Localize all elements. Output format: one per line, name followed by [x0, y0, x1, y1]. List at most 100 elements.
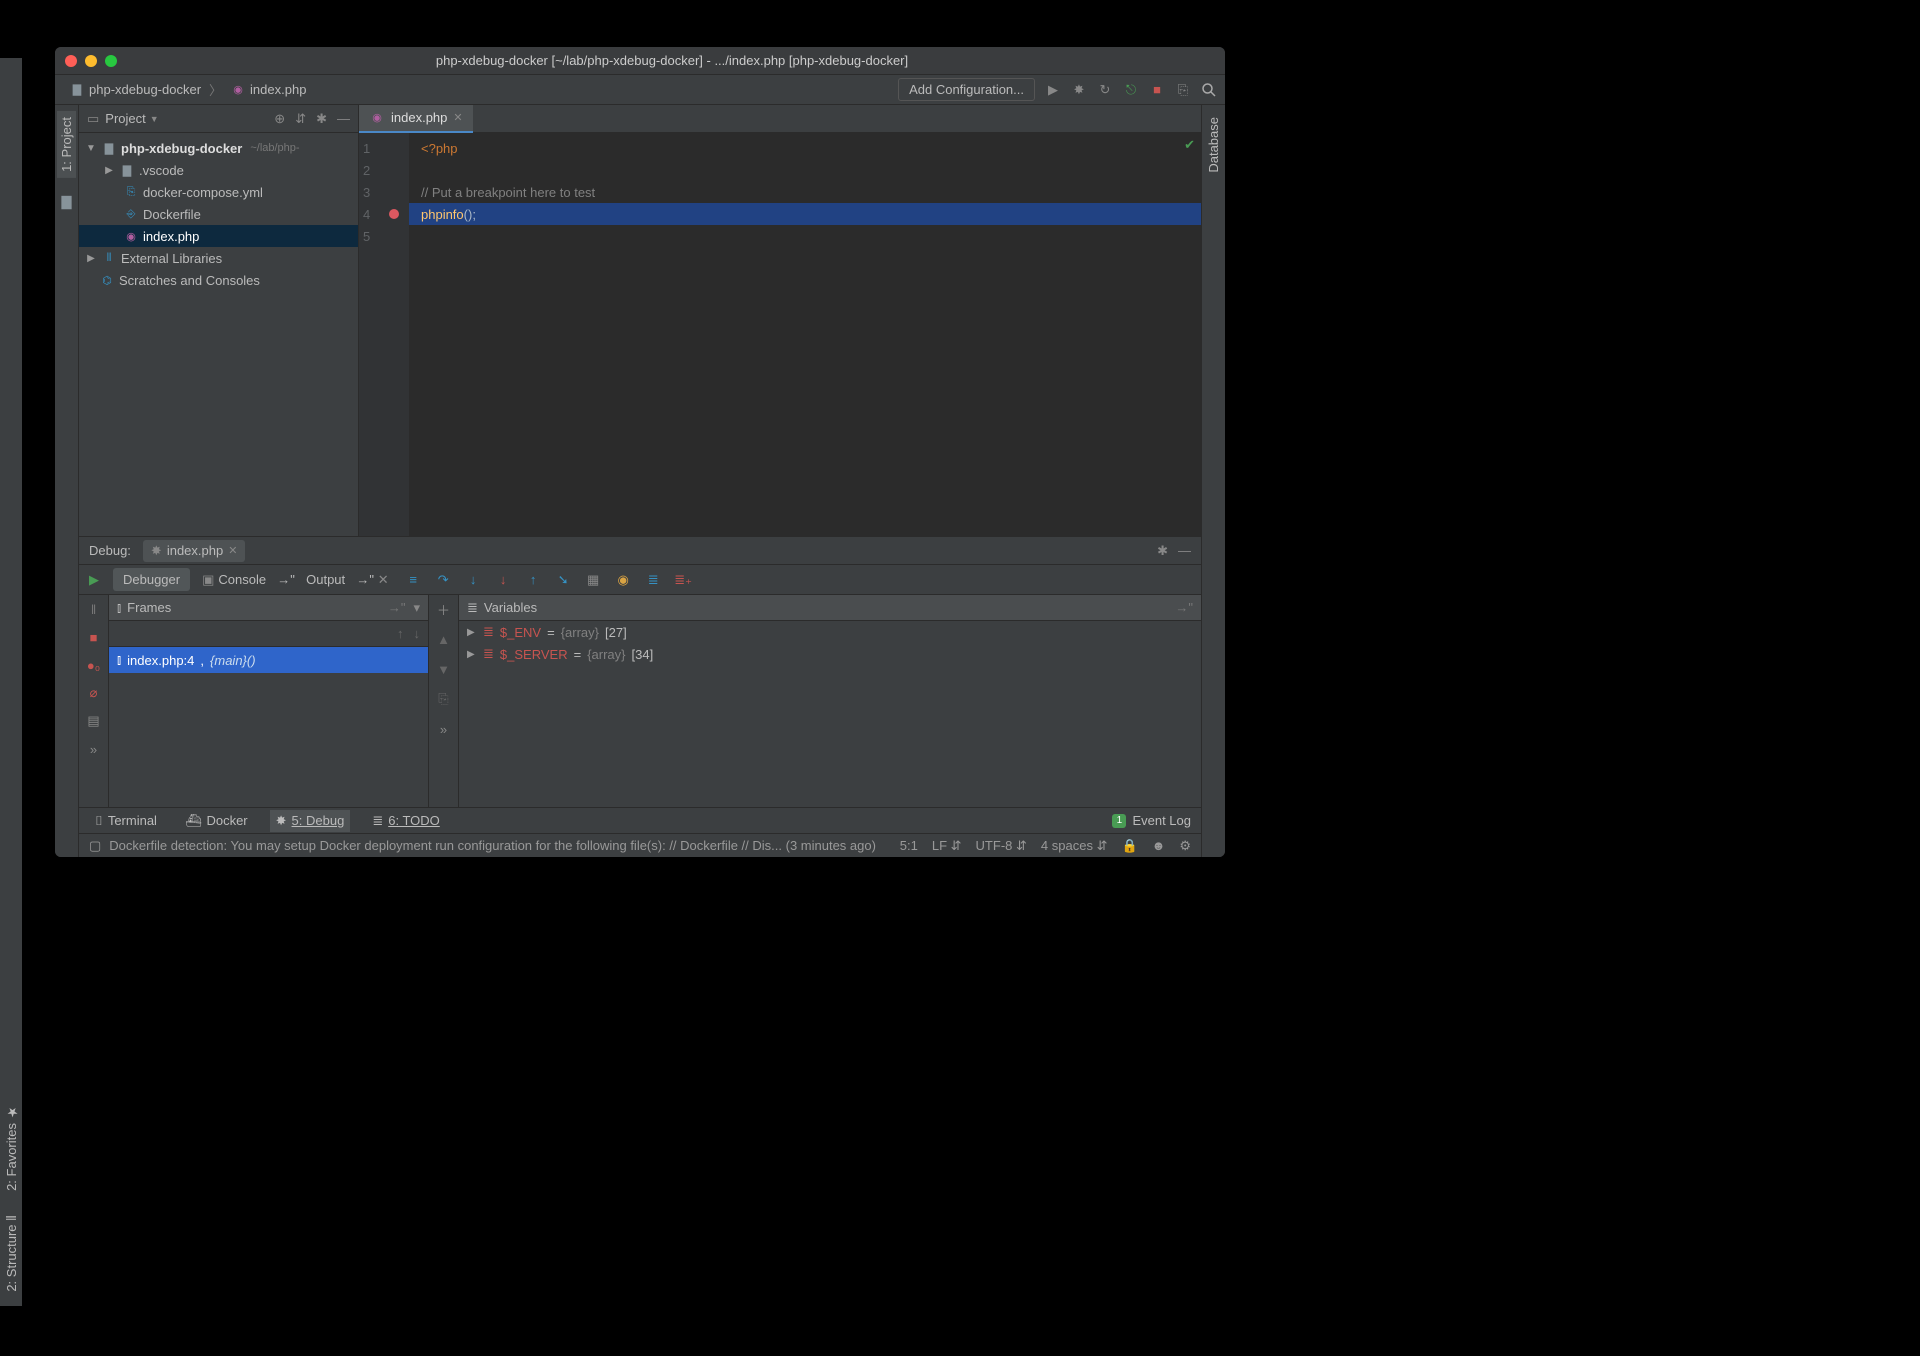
step-into-icon[interactable]: ↓ [465, 572, 481, 588]
up-icon[interactable]: ▲ [436, 631, 452, 647]
event-log-tab[interactable]: Event Log [1132, 813, 1191, 828]
lock-icon[interactable]: 🔒 [1121, 838, 1137, 854]
todo-tab[interactable]: ≣6: TODO [366, 810, 445, 832]
debug-icon[interactable]: ✸ [1071, 82, 1087, 98]
breadcrumb-root[interactable]: ▇ php-xdebug-docker [63, 80, 207, 100]
code-area[interactable]: ✔ <?php // Put a breakpoint here to test… [409, 133, 1201, 536]
tree-file-dockerfile[interactable]: ⎆ Dockerfile [79, 203, 358, 225]
variable-row[interactable]: ▶ ≣ $_ENV = {array} [27] [459, 621, 1201, 643]
chevron-down-icon: ▼ [85, 143, 97, 154]
output-subtab[interactable]: Output [296, 568, 355, 591]
copy-icon[interactable]: ⎘ [436, 691, 452, 707]
variable-row[interactable]: ▶ ≣ $_SERVER = {array} [34] [459, 643, 1201, 665]
search-everywhere-icon[interactable] [1201, 82, 1217, 98]
down-icon[interactable]: ▼ [436, 661, 452, 677]
mute-breakpoints-icon[interactable]: ⌀ [86, 685, 102, 701]
run-to-cursor-icon[interactable]: ➘ [555, 572, 571, 588]
close-window-button[interactable] [65, 55, 77, 67]
run-icon[interactable]: ▶ [1045, 82, 1061, 98]
close-tab-icon[interactable]: ✕ [453, 111, 462, 124]
chevron-down-icon: ▼ [150, 114, 159, 124]
hide-icon[interactable]: — [337, 111, 350, 127]
ide-settings-icon[interactable]: ⚙ [1179, 838, 1191, 854]
stop-icon[interactable]: ■ [86, 629, 102, 645]
breadcrumb-file[interactable]: ◉ index.php [224, 80, 312, 100]
line-ending[interactable]: LF ⇵ [932, 838, 962, 854]
line-number: 2 [363, 159, 401, 181]
encoding[interactable]: UTF-8 ⇵ [976, 838, 1027, 854]
coverage-icon[interactable]: ↻ [1097, 82, 1113, 98]
force-step-into-icon[interactable]: ↓ [495, 572, 511, 588]
tree-folder-vscode[interactable]: ▶ ▇ .vscode [79, 159, 358, 181]
database-tool-tab[interactable]: Database [1204, 111, 1223, 179]
close-icon[interactable]: ✕ [228, 544, 237, 557]
tree-file-index[interactable]: ◉ index.php [79, 225, 358, 247]
docker-tab[interactable]: ⛴Docker [179, 810, 254, 832]
layout-icon[interactable]: ▤ [86, 713, 102, 729]
navigation-bar: ▇ php-xdebug-docker 〉 ◉ index.php Add Co… [55, 75, 1225, 105]
resume-program-button[interactable]: ▶ [79, 565, 109, 594]
locate-icon[interactable]: ⊕ [274, 111, 285, 127]
project-tool-tab[interactable]: 1: Project [57, 111, 76, 178]
debug-tab[interactable]: ✸5: Debug [270, 810, 351, 832]
tree-external-libs[interactable]: ▶ ⫴ External Libraries [79, 247, 358, 269]
expand-icon[interactable]: →" [1175, 600, 1193, 615]
status-toggle-icon[interactable]: ▢ [89, 838, 101, 854]
frames-panel: ⫾ Frames →"▾ ↑ ↓ ⫾ index.php:4, {main}() [109, 595, 429, 807]
add-configuration-button[interactable]: Add Configuration... [898, 78, 1035, 101]
var-type: {array} [561, 625, 599, 640]
variables-panel: ≣ Variables →" ▶ ≣ $_ENV = {array} [27] [459, 595, 1201, 807]
tree-root-label: php-xdebug-docker [121, 141, 242, 156]
more-icon[interactable]: » [436, 721, 452, 737]
bug-icon: ✸ [276, 813, 287, 829]
inspector-icon[interactable]: ☻ [1152, 838, 1166, 853]
minimize-window-button[interactable] [85, 55, 97, 67]
stop-icon[interactable]: ■ [1149, 82, 1165, 98]
chevron-down-icon[interactable]: ▾ [413, 600, 420, 616]
zoom-window-button[interactable] [105, 55, 117, 67]
soft-wrap-icon[interactable]: →" [278, 572, 294, 588]
evaluate-expression-icon[interactable]: ▦ [585, 572, 601, 588]
trace-icon[interactable]: ◉ [615, 572, 631, 588]
gear-icon[interactable]: ✱ [1157, 543, 1168, 559]
folder-rail-icon[interactable]: ▇ [59, 194, 75, 210]
next-frame-icon[interactable]: ↓ [414, 626, 421, 641]
more-icon[interactable]: » [86, 741, 102, 757]
array-icon: ≣ [483, 646, 494, 662]
pin-icon[interactable]: ≣₊ [675, 572, 691, 588]
cursor-position[interactable]: 5:1 [900, 838, 918, 853]
collapse-all-icon[interactable]: ⇵ [295, 111, 306, 127]
indent-setting[interactable]: 4 spaces ⇵ [1041, 838, 1108, 854]
tree-root[interactable]: ▼ ▇ php-xdebug-docker ~/lab/php- [79, 137, 358, 159]
breakpoint-icon[interactable] [389, 209, 399, 219]
project-pane-title[interactable]: Project ▼ [105, 111, 158, 126]
update-icon[interactable]: ⎘ [1175, 82, 1191, 98]
hide-icon[interactable]: — [1178, 543, 1191, 559]
add-watch-icon[interactable]: ＋ [436, 601, 452, 617]
step-over-icon[interactable]: ↷ [435, 572, 451, 588]
frame-row[interactable]: ⫾ index.php:4, {main}() [109, 647, 428, 673]
console-subtab[interactable]: ▣Console [192, 568, 276, 592]
step-out-icon[interactable]: ↑ [525, 572, 541, 588]
yaml-file-icon: ⎘ [123, 184, 139, 200]
status-message[interactable]: Dockerfile detection: You may setup Dock… [109, 838, 899, 853]
show-execution-point-icon[interactable]: ≡ [405, 572, 421, 588]
gear-icon[interactable]: ✱ [316, 111, 327, 127]
tree-scratches[interactable]: ⌬ Scratches and Consoles [79, 269, 358, 291]
terminal-tab[interactable]: ⌷Terminal [89, 810, 163, 832]
view-breakpoints-icon[interactable]: ●₀ [86, 657, 102, 673]
debugger-subtab[interactable]: Debugger [113, 568, 190, 591]
settings-icon[interactable]: ≣ [645, 572, 661, 588]
thread-dropdown-icon[interactable]: →" [388, 600, 406, 616]
editor-tab-index[interactable]: ◉ index.php ✕ [359, 105, 473, 133]
pause-icon[interactable]: ‖ [86, 601, 102, 617]
soft-wrap-icon[interactable]: →" [357, 572, 373, 588]
profile-icon[interactable]: ⎋ [1123, 82, 1139, 98]
tree-file-compose[interactable]: ⎘ docker-compose.yml [79, 181, 358, 203]
debug-session-tab[interactable]: ✸ index.php ✕ [143, 540, 246, 562]
project-tree[interactable]: ▼ ▇ php-xdebug-docker ~/lab/php- ▶ ▇ .vs… [79, 133, 358, 536]
close-output-icon[interactable]: ✕ [375, 572, 391, 588]
prev-frame-icon[interactable]: ↑ [397, 626, 404, 641]
editor-gutter[interactable]: 1 2 3 4 5 [359, 133, 409, 536]
code-editor[interactable]: 1 2 3 4 5 ✔ <?php [359, 133, 1201, 536]
